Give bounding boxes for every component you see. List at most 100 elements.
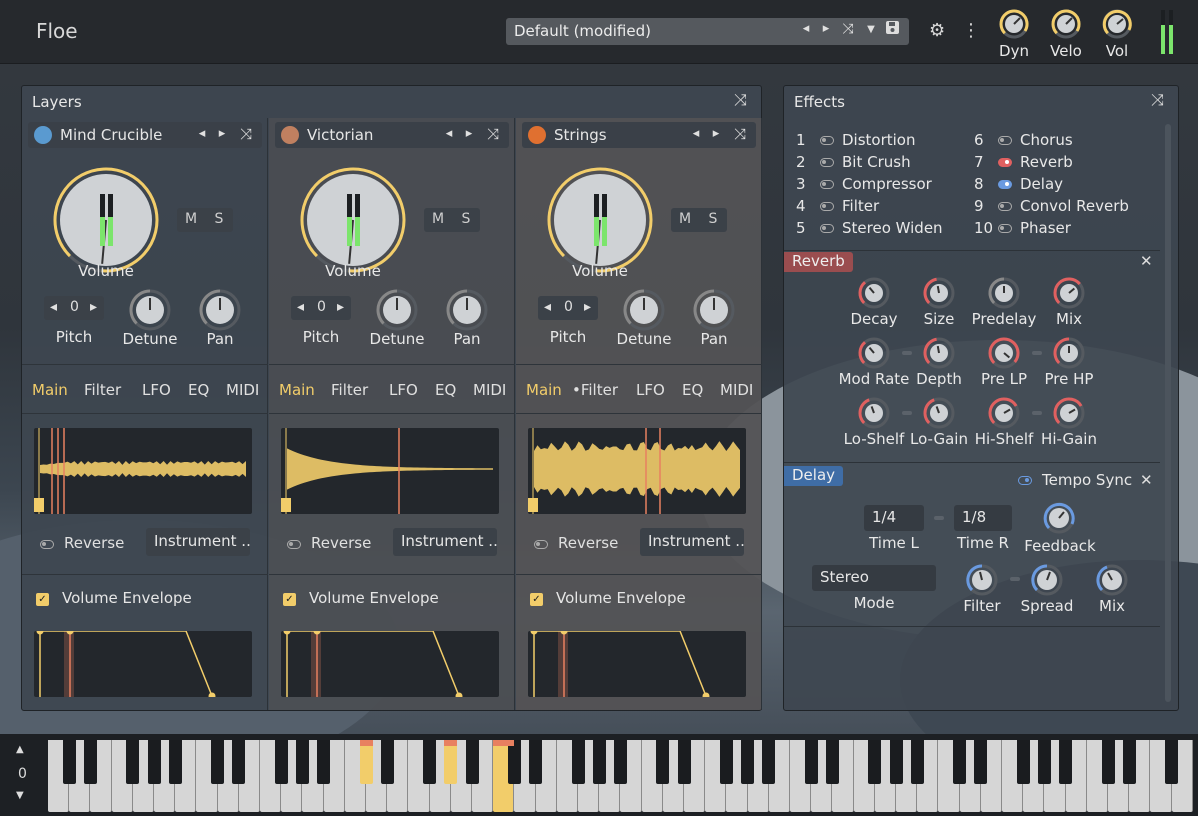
pitch-stepper[interactable]: ◂ 0 ▸ xyxy=(291,296,351,320)
detune-knob[interactable] xyxy=(375,288,419,332)
black-key[interactable] xyxy=(62,740,76,784)
effect-toggle[interactable] xyxy=(820,158,834,167)
layer-tab[interactable]: Main xyxy=(526,381,562,399)
layer-tab[interactable]: Main xyxy=(32,381,68,399)
reverb-pre-lp-knob[interactable] xyxy=(987,336,1021,370)
black-key[interactable] xyxy=(274,740,288,784)
pitch-inc-icon[interactable]: ▸ xyxy=(584,299,591,315)
shuffle-layers-icon[interactable]: ⤨ xyxy=(734,90,747,110)
effect-toggle[interactable] xyxy=(998,202,1012,211)
preset-dropdown-icon[interactable]: ▼ xyxy=(863,24,879,35)
layer-tab[interactable]: MIDI xyxy=(226,381,259,399)
black-key[interactable] xyxy=(1059,740,1073,784)
effect-name[interactable]: Convol Reverb xyxy=(1020,197,1129,215)
shuffle-effects-icon[interactable]: ⤨ xyxy=(1151,90,1164,110)
pitch-dec-icon[interactable]: ◂ xyxy=(544,299,551,315)
effect-toggle[interactable] xyxy=(820,136,834,145)
black-key[interactable] xyxy=(677,740,691,784)
black-key[interactable] xyxy=(444,740,458,784)
black-key[interactable] xyxy=(1165,740,1179,784)
black-key[interactable] xyxy=(232,740,246,784)
pan-knob[interactable] xyxy=(198,288,242,332)
black-key[interactable] xyxy=(147,740,161,784)
black-key[interactable] xyxy=(126,740,140,784)
instrument-dropdown[interactable]: Instrument .. xyxy=(146,528,250,556)
prev-instrument-icon[interactable]: ◂ xyxy=(688,126,704,141)
layer-tab[interactable]: MIDI xyxy=(473,381,506,399)
effect-toggle[interactable] xyxy=(820,180,834,189)
reverb-depth-knob[interactable] xyxy=(922,336,956,370)
layer-tab[interactable]: •Filter xyxy=(572,381,618,399)
envelope-editor[interactable] xyxy=(34,627,252,700)
shuffle-preset-icon[interactable]: ⤨ xyxy=(840,21,856,37)
next-instrument-icon[interactable]: ▸ xyxy=(708,126,724,141)
black-key[interactable] xyxy=(974,740,988,784)
dyn-knob[interactable] xyxy=(998,8,1030,40)
time-r-field[interactable]: 1/8 xyxy=(954,505,1012,531)
more-menu-icon[interactable]: ⋮ xyxy=(962,20,980,41)
effect-name[interactable]: Phaser xyxy=(1020,219,1071,237)
black-key[interactable] xyxy=(359,740,373,784)
spread-knob[interactable] xyxy=(1030,563,1064,597)
effect-toggle[interactable] xyxy=(998,180,1012,189)
black-key[interactable] xyxy=(613,740,627,784)
layer-tab[interactable]: LFO xyxy=(636,381,665,399)
envelope-editor[interactable] xyxy=(281,627,499,700)
volume-envelope-checkbox[interactable]: ✓ xyxy=(283,593,296,606)
effect-name[interactable]: Reverb xyxy=(1020,153,1073,171)
layer-name[interactable]: Mind Crucible xyxy=(60,126,162,144)
reverb-decay-knob[interactable] xyxy=(857,276,891,310)
black-key[interactable] xyxy=(83,740,97,784)
reverb-size-knob[interactable] xyxy=(922,276,956,310)
black-key[interactable] xyxy=(910,740,924,784)
reverb-close-icon[interactable]: ✕ xyxy=(1140,252,1153,270)
waveform-display[interactable] xyxy=(528,428,746,514)
black-key[interactable] xyxy=(168,740,182,784)
black-key[interactable] xyxy=(762,740,776,784)
black-key[interactable] xyxy=(741,740,755,784)
volume-knob[interactable] xyxy=(52,166,160,274)
solo-button[interactable]: S xyxy=(205,211,233,227)
layer-tab[interactable]: Filter xyxy=(331,381,368,399)
mute-button[interactable]: M xyxy=(424,211,452,227)
effect-toggle[interactable] xyxy=(998,158,1012,167)
octave-up-icon[interactable]: ▲ xyxy=(16,744,24,755)
black-key[interactable] xyxy=(380,740,394,784)
reverb-lo-gain-knob[interactable] xyxy=(922,396,956,430)
feedback-knob[interactable] xyxy=(1042,501,1076,535)
effect-name[interactable]: Distortion xyxy=(842,131,916,149)
mute-button[interactable]: M xyxy=(671,211,699,227)
waveform-display[interactable] xyxy=(281,428,499,514)
black-key[interactable] xyxy=(571,740,585,784)
reverb-mix-knob[interactable] xyxy=(1052,276,1086,310)
black-key[interactable] xyxy=(804,740,818,784)
shuffle-instrument-icon[interactable]: ⤨ xyxy=(485,125,501,143)
shuffle-instrument-icon[interactable]: ⤨ xyxy=(238,125,254,143)
envelope-editor[interactable] xyxy=(528,627,746,700)
time-l-field[interactable]: 1/4 xyxy=(864,505,924,531)
reverb-pre-hp-knob[interactable] xyxy=(1052,336,1086,370)
black-key[interactable] xyxy=(211,740,225,784)
instrument-dropdown[interactable]: Instrument .. xyxy=(640,528,744,556)
shuffle-instrument-icon[interactable]: ⤨ xyxy=(732,125,748,143)
pitch-dec-icon[interactable]: ◂ xyxy=(50,299,57,315)
detune-knob[interactable] xyxy=(622,288,666,332)
effect-toggle[interactable] xyxy=(998,136,1012,145)
reverse-toggle[interactable] xyxy=(40,540,54,549)
layer-tab[interactable]: EQ xyxy=(435,381,456,399)
layer-tab[interactable]: EQ xyxy=(188,381,209,399)
waveform-display[interactable] xyxy=(34,428,252,514)
piano-keyboard[interactable]: ▲ 0 ▼ xyxy=(0,734,1198,816)
layer-tab[interactable]: LFO xyxy=(389,381,418,399)
octave-down-icon[interactable]: ▼ xyxy=(16,790,24,801)
black-key[interactable] xyxy=(1122,740,1136,784)
next-instrument-icon[interactable]: ▸ xyxy=(461,126,477,141)
velo-knob[interactable] xyxy=(1050,8,1082,40)
black-key[interactable] xyxy=(868,740,882,784)
black-key[interactable] xyxy=(295,740,309,784)
layer-tab[interactable]: EQ xyxy=(682,381,703,399)
delay-close-icon[interactable]: ✕ xyxy=(1140,471,1153,489)
effect-name[interactable]: Stereo Widen xyxy=(842,219,943,237)
mode-field[interactable]: Stereo xyxy=(812,565,936,591)
reverb-hi-gain-knob[interactable] xyxy=(1052,396,1086,430)
